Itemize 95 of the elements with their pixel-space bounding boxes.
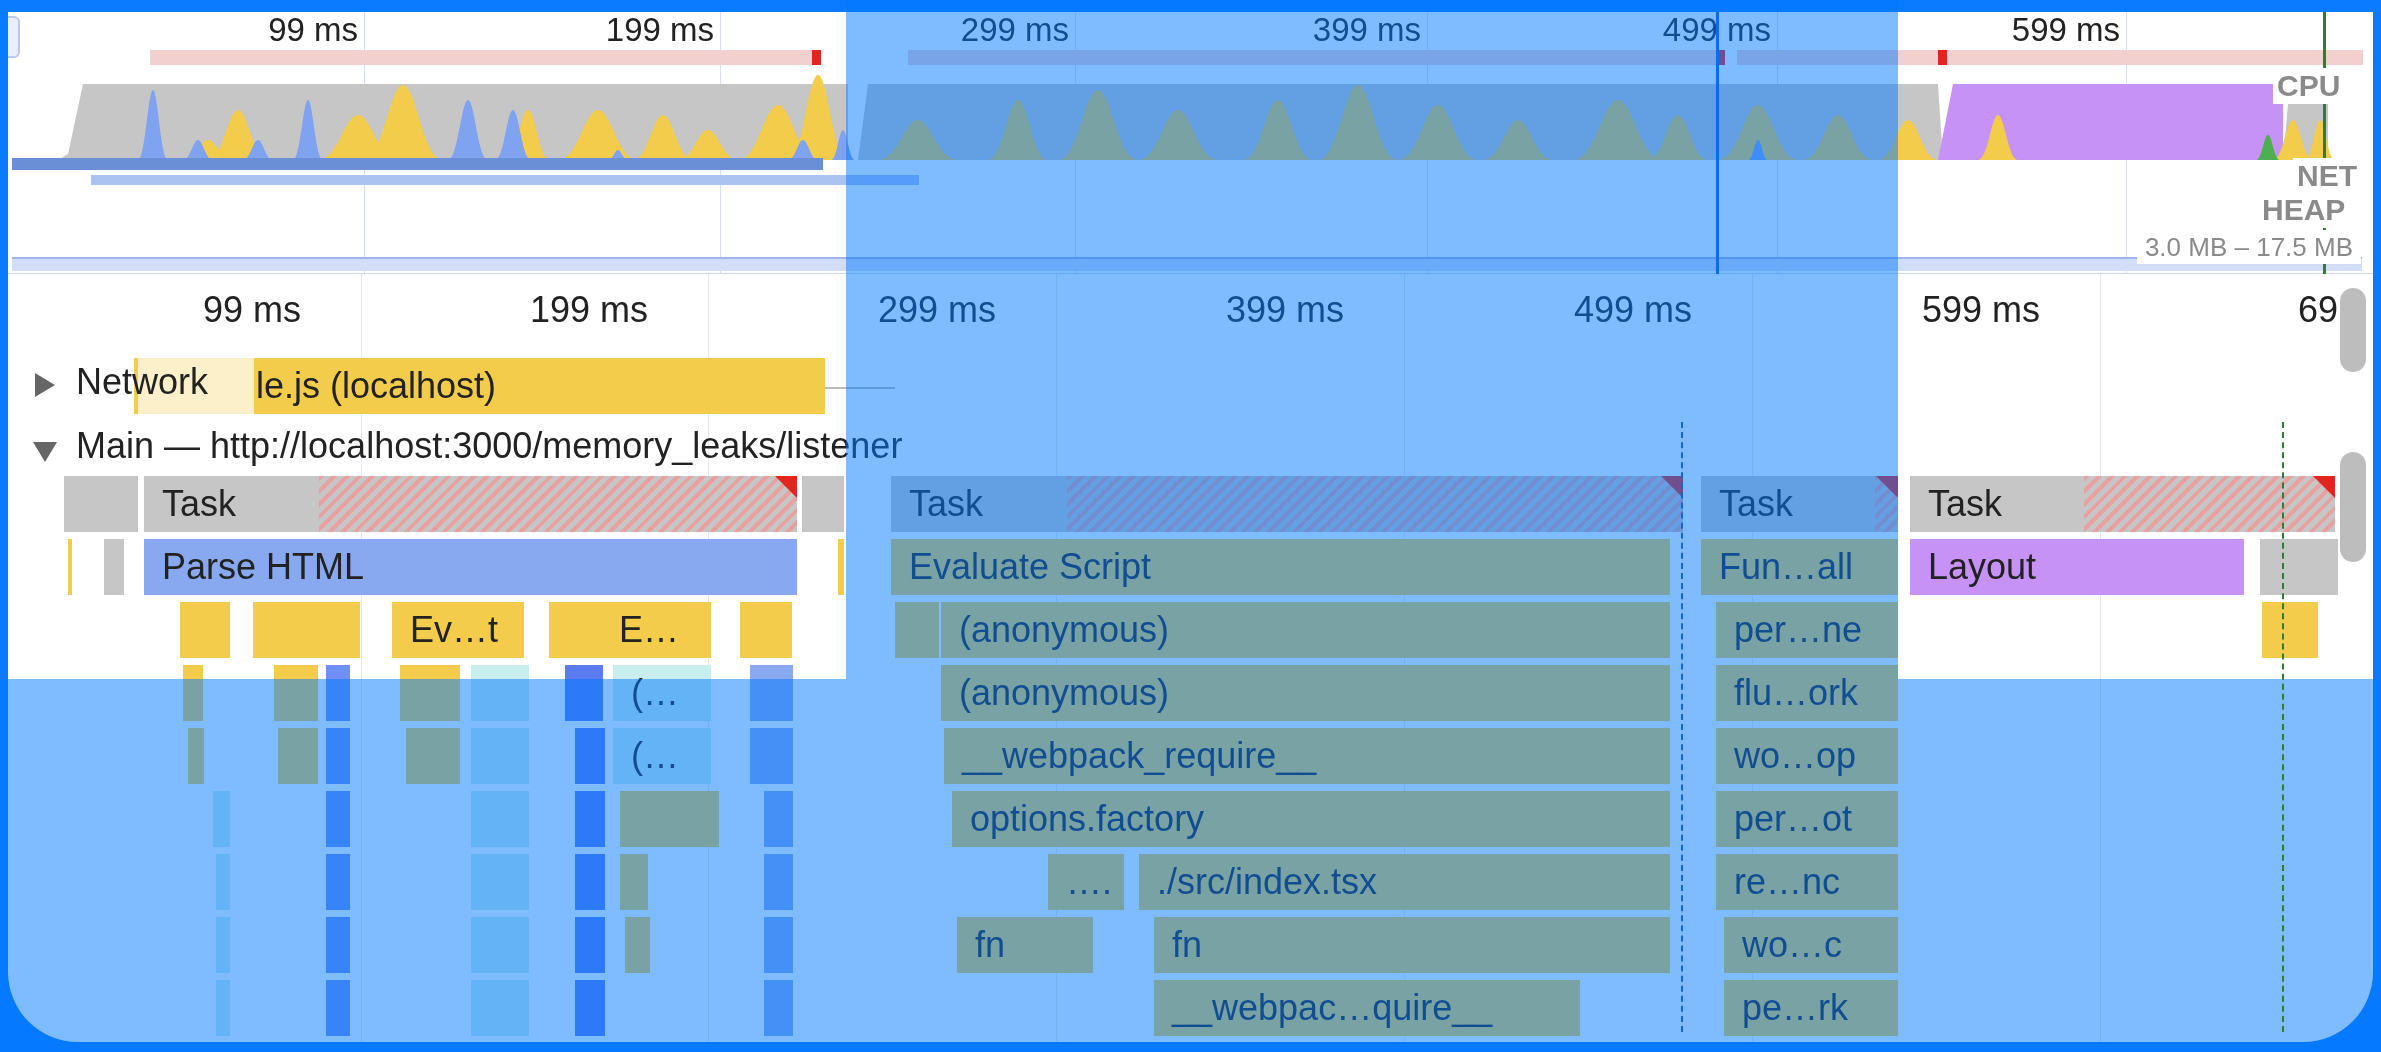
flame-block[interactable]: (…	[613, 728, 711, 784]
flame-block[interactable]: options.factory	[952, 791, 1670, 847]
flame-block	[471, 980, 529, 1036]
flame-block	[764, 980, 793, 1036]
request-label: le.js (localhost)	[256, 364, 497, 408]
flame-block	[471, 665, 529, 721]
painting-activity-peak	[2256, 135, 2280, 160]
flame-block	[213, 791, 230, 847]
time-tick-label: 199 ms	[529, 288, 648, 332]
flame-block[interactable]: pe…rk	[1724, 980, 1898, 1036]
flame-block	[180, 602, 230, 658]
flame-block	[216, 980, 230, 1036]
flame-block	[400, 665, 460, 721]
flame-block	[895, 602, 939, 658]
flame-block	[750, 728, 793, 784]
heap-range-label: 3.0 MB – 17.5 MB	[2136, 230, 2361, 264]
time-tick-label: 599 ms	[1921, 288, 2040, 332]
flame-block	[326, 980, 350, 1036]
flame-block	[764, 917, 793, 973]
task-block[interactable]: Task	[1701, 476, 1898, 532]
time-tick-label: 199 ms	[605, 13, 714, 47]
flame-block	[2262, 602, 2318, 658]
flame-block[interactable]: __webpac…quire__	[1154, 980, 1580, 1036]
flame-block	[575, 980, 605, 1036]
flame-block[interactable]: fn	[957, 917, 1093, 973]
flame-block[interactable]: Evaluate Script	[891, 539, 1670, 595]
flame-block	[471, 917, 529, 973]
flame-block	[274, 665, 318, 721]
flame-block	[326, 854, 350, 910]
flame-block[interactable]: (…	[613, 665, 711, 721]
flame-block[interactable]: per…ot	[1716, 791, 1898, 847]
flame-block	[326, 791, 350, 847]
flame-block	[278, 728, 318, 784]
flame-block	[406, 728, 460, 784]
flame-block[interactable]: wo…c	[1724, 917, 1898, 973]
flame-block	[575, 728, 605, 784]
time-tick-label: 399 ms	[1312, 13, 1421, 47]
long-task-corner-icon	[775, 476, 797, 498]
flame-block[interactable]: (anonymous)	[941, 602, 1670, 658]
flame-block[interactable]: ./src/index.tsx	[1139, 854, 1670, 910]
flame-block	[620, 854, 648, 910]
flame-block[interactable]: ….	[1048, 854, 1124, 910]
task-block[interactable]: Task	[1910, 476, 2335, 532]
flame-block	[471, 854, 529, 910]
flame-block[interactable]: Fun…all	[1701, 539, 1898, 595]
time-tick-label: 299 ms	[960, 13, 1069, 47]
flame-block	[326, 917, 350, 973]
flame-block	[575, 854, 605, 910]
flame-block	[326, 728, 350, 784]
flame-block	[764, 854, 793, 910]
flame-block	[575, 917, 605, 973]
flame-block	[216, 854, 230, 910]
flame-block	[750, 665, 793, 721]
time-tick-label: 499 ms	[1573, 288, 1692, 332]
flame-block	[549, 602, 602, 658]
flame-block	[575, 791, 605, 847]
flame-block	[183, 665, 203, 721]
flame-block[interactable]: Parse HTML	[144, 539, 797, 595]
flame-block	[764, 791, 793, 847]
time-tick-label: 499 ms	[1662, 13, 1771, 47]
task-block[interactable]: Task	[891, 476, 1683, 532]
flame-block	[216, 917, 230, 973]
flame-block[interactable]: Layout	[1910, 539, 2244, 595]
time-tick-label: 399 ms	[1225, 288, 1344, 332]
time-tick-label: 69	[2297, 288, 2338, 332]
flame-block[interactable]: __webpack_require__	[944, 728, 1670, 784]
task-block[interactable]: Task	[144, 476, 797, 532]
flame-block	[326, 665, 350, 721]
scrollbar-thumb[interactable]	[2340, 288, 2366, 372]
flame-block	[838, 539, 844, 595]
time-tick-label: 99 ms	[202, 288, 301, 332]
flame-block[interactable]: (anonymous)	[941, 665, 1670, 721]
flame-block	[188, 728, 204, 784]
scrollbar-thumb[interactable]	[2340, 452, 2366, 562]
flame-block	[68, 539, 72, 595]
flame-block[interactable]: re…nc	[1716, 854, 1898, 910]
flame-block	[565, 665, 603, 721]
time-tick-label: 99 ms	[268, 13, 358, 47]
long-task-marker	[812, 50, 821, 65]
flame-block[interactable]: flu…ork	[1716, 665, 1898, 721]
long-task-marker	[1938, 50, 1947, 65]
flame-block	[471, 791, 529, 847]
flame-block	[471, 728, 529, 784]
flame-block	[802, 476, 844, 532]
flame-block[interactable]: E…	[601, 602, 711, 658]
time-tick-label: 599 ms	[2011, 13, 2120, 47]
flame-block[interactable]: per…ne	[1716, 602, 1898, 658]
flame-block[interactable]: wo…op	[1716, 728, 1898, 784]
time-tick-label: 299 ms	[877, 288, 996, 332]
flame-block	[104, 539, 124, 595]
flame-block[interactable]: fn	[1154, 917, 1670, 973]
request-wait-line	[825, 387, 895, 389]
flame-block	[740, 602, 792, 658]
flame-block	[625, 917, 650, 973]
flame-block[interactable]: Ev…t	[392, 602, 524, 658]
